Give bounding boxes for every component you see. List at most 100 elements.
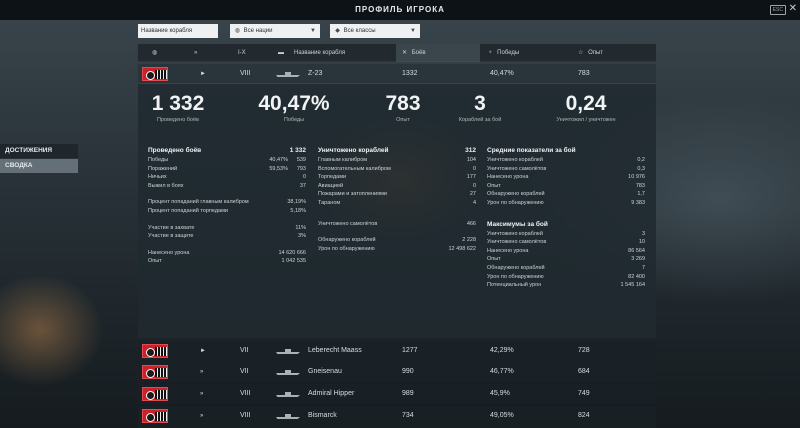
ship-battles: 989 bbox=[402, 390, 414, 397]
stat-label: Нанесено урона bbox=[148, 249, 190, 256]
ship-silhouette-icon bbox=[276, 349, 300, 354]
stat-value: 0,3 bbox=[637, 165, 645, 172]
stat-value: 38,19% bbox=[287, 199, 306, 206]
summary-stat: 0,24 Уничтожил / уничтожен bbox=[536, 92, 636, 123]
nation-filter-dropdown[interactable]: ◍ Все нации ▼ bbox=[230, 24, 320, 38]
ship-type-icon: » bbox=[200, 369, 204, 375]
nation-column-icon[interactable]: ◍ bbox=[152, 44, 157, 62]
ship-type-column-icon[interactable]: » bbox=[194, 44, 197, 62]
ship-wins: 40,47% bbox=[490, 70, 514, 77]
ship-battles: 734 bbox=[402, 412, 414, 419]
esc-key-hint[interactable]: ESC bbox=[769, 5, 786, 15]
summary-value: 40,47% bbox=[258, 92, 330, 115]
experience-column-header[interactable]: ☆ Опыт bbox=[578, 44, 603, 62]
stat-label: Нанесено урона bbox=[487, 174, 529, 181]
ship-tier: VIII bbox=[240, 390, 251, 397]
stat-value: 12 498 622 bbox=[448, 245, 476, 252]
summary-value: 3 bbox=[474, 92, 486, 115]
nation-flag-icon bbox=[142, 387, 168, 401]
stat-line: Пожарами и затоплениями 27 bbox=[318, 190, 476, 199]
stat-line: Нанесено урона 10 976 bbox=[487, 173, 645, 182]
ship-wins: 46,77% bbox=[490, 368, 514, 375]
sidebar-item-achievements[interactable]: ДОСТИЖЕНИЯ bbox=[0, 144, 78, 158]
ship-battles: 1277 bbox=[402, 347, 418, 354]
stat-label: Пожарами и затоплениями bbox=[318, 191, 387, 198]
class-filter-dropdown[interactable]: ◆ Все классы ▼ bbox=[330, 24, 420, 38]
table-row[interactable]: » VII Gneisenau 990 46,77% 684 bbox=[138, 362, 656, 382]
stat-value: 37 bbox=[299, 182, 306, 189]
stat-label: Опыт bbox=[148, 258, 162, 265]
stat-line: Вспомогательным калибром 0 bbox=[318, 165, 476, 174]
ship-experience: 783 bbox=[578, 70, 590, 77]
ship-type-icon: ► bbox=[200, 348, 206, 354]
ship-name-placeholder: Название корабля bbox=[141, 28, 193, 34]
stat-line: Ничьих 0 bbox=[148, 173, 306, 182]
table-row[interactable]: » VIII Admiral Hipper 989 45,9% 749 bbox=[138, 384, 656, 404]
ship-silhouette-icon bbox=[276, 392, 300, 397]
stat-value: 5,18% bbox=[290, 207, 306, 214]
stat-line: Процент попаданий торпедами 5,18% bbox=[148, 207, 306, 216]
ship-name-search-input[interactable]: Название корабля bbox=[138, 24, 218, 38]
stat-value: 783 bbox=[635, 182, 645, 189]
stat-percent: 59,53% bbox=[269, 165, 288, 172]
stat-value: 0 bbox=[472, 182, 476, 189]
ships-table-header: ◍ » I-X ▬ Название корабля ✕ Боёв ♆ Побе… bbox=[138, 44, 656, 62]
stat-label: Уничтожено самолётов bbox=[487, 165, 547, 172]
averages-section-title: Средние показатели за бой bbox=[487, 147, 576, 154]
table-row[interactable]: » VIII Bismarck 734 49,05% 824 bbox=[138, 406, 656, 428]
section-title: Проведено боёв 1 332 bbox=[148, 146, 306, 156]
stat-line: Победы 40,47% 539 bbox=[148, 156, 306, 165]
summary-value: 1 332 bbox=[151, 92, 205, 115]
ship-experience: 728 bbox=[578, 347, 590, 354]
battles-stats-column: Проведено боёв 1 332 Победы 40,47% 539 Пор… bbox=[148, 146, 306, 266]
summary-label: Уничтожил / уничтожен bbox=[556, 117, 616, 123]
stat-value: 82 400 bbox=[628, 273, 645, 280]
stat-value: 86 564 bbox=[628, 247, 645, 254]
battles-section-value: 1 332 bbox=[289, 147, 306, 154]
chevron-down-icon: ▼ bbox=[410, 28, 416, 34]
ship-experience: 684 bbox=[578, 368, 590, 375]
stat-value: 11% bbox=[295, 224, 306, 231]
stat-line: Уничтожено кораблей 0,2 bbox=[487, 156, 645, 165]
ship-name-column-header[interactable]: Название корабля bbox=[294, 44, 345, 62]
stat-label: Урон по обнаружению bbox=[318, 245, 375, 252]
stat-line: Поражений 59,53% 793 bbox=[148, 165, 306, 174]
wins-column-header[interactable]: ♆ Победы bbox=[488, 44, 519, 62]
table-row[interactable]: ► VII Leberecht Maass 1277 42,29% 728 bbox=[138, 341, 656, 361]
globe-icon: ◍ bbox=[234, 28, 241, 34]
stat-label: Авиацией bbox=[318, 182, 344, 189]
stat-line: Опыт 783 bbox=[487, 182, 645, 191]
tier-column-header[interactable]: I-X bbox=[238, 44, 246, 62]
stat-value: 177 bbox=[466, 174, 476, 181]
stat-label: Торпедами bbox=[318, 174, 347, 181]
stat-value: 0,2 bbox=[637, 157, 645, 163]
ship-silhouette-icon bbox=[276, 370, 300, 375]
sidebar-item-summary[interactable]: СВОДКА bbox=[0, 159, 78, 173]
maximums-section-title: Максимумы за бой bbox=[487, 220, 548, 228]
close-icon[interactable]: ✕ bbox=[789, 3, 797, 15]
stat-label: Процент попаданий главным калибром bbox=[148, 199, 249, 206]
summary-label: Победы bbox=[283, 117, 305, 123]
ship-name: Z-23 bbox=[308, 70, 323, 77]
stat-label: Опыт bbox=[487, 182, 501, 189]
stat-percent: 40,47% bbox=[269, 157, 288, 163]
stat-line: Процент попаданий главным калибром 38,19% bbox=[148, 198, 306, 207]
destroyed-stats-column: Уничтожено кораблей 312 Главным калибром… bbox=[318, 146, 476, 253]
ship-experience: 749 bbox=[578, 390, 590, 397]
ship-name: Leberecht Maass bbox=[308, 347, 362, 354]
table-row-selected[interactable]: ► VIII Z-23 1332 40,47% 783 bbox=[138, 64, 656, 84]
ship-name: Admiral Hipper bbox=[308, 390, 355, 397]
stat-value: 1 545 164 bbox=[620, 282, 645, 289]
ship-silhouette-icon bbox=[276, 72, 300, 77]
stat-line: Тараном 4 bbox=[318, 199, 476, 208]
trophy-icon: ♆ bbox=[488, 50, 493, 56]
stat-value: 466 bbox=[466, 220, 476, 227]
stat-line: Потенциальный урон 1 545 164 bbox=[487, 281, 645, 290]
stat-value: 14 620 666 bbox=[278, 249, 306, 256]
stat-value: 0 bbox=[472, 165, 476, 172]
window-title: ПРОФИЛЬ ИГРОКА bbox=[355, 5, 445, 14]
battles-column-header[interactable]: ✕ Боёв bbox=[396, 44, 480, 62]
stat-value: 793 bbox=[296, 165, 306, 172]
wins-column-label: Победы bbox=[497, 50, 520, 56]
stat-label: Уничтожено самолётов bbox=[318, 220, 378, 227]
